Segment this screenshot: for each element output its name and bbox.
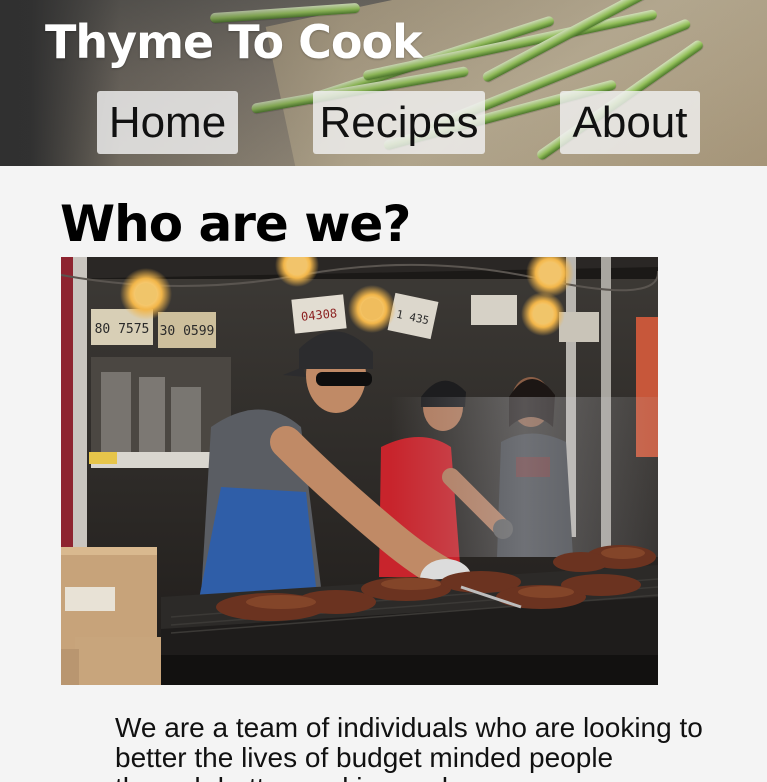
photo-sign-text: 30 0599 — [160, 324, 215, 339]
site-title[interactable]: Thyme To Cook — [45, 12, 423, 72]
page: Thyme To Cook Home Recipes About Who are… — [0, 0, 767, 782]
team-photo: 80 7575 30 0599 04308 1 435 — [61, 257, 658, 685]
section-heading: Who are we? — [60, 195, 411, 253]
nav-recipes-button[interactable]: Recipes — [313, 91, 485, 154]
site-header: Thyme To Cook Home Recipes About — [0, 0, 767, 166]
photo-sign-text: 80 7575 — [95, 322, 150, 337]
team-photo-illustration: 80 7575 30 0599 04308 1 435 — [61, 257, 658, 685]
nav-home-button[interactable]: Home — [97, 91, 238, 154]
about-body-text: We are a team of individuals who are loo… — [115, 712, 703, 782]
nav-about-button[interactable]: About — [560, 91, 700, 154]
